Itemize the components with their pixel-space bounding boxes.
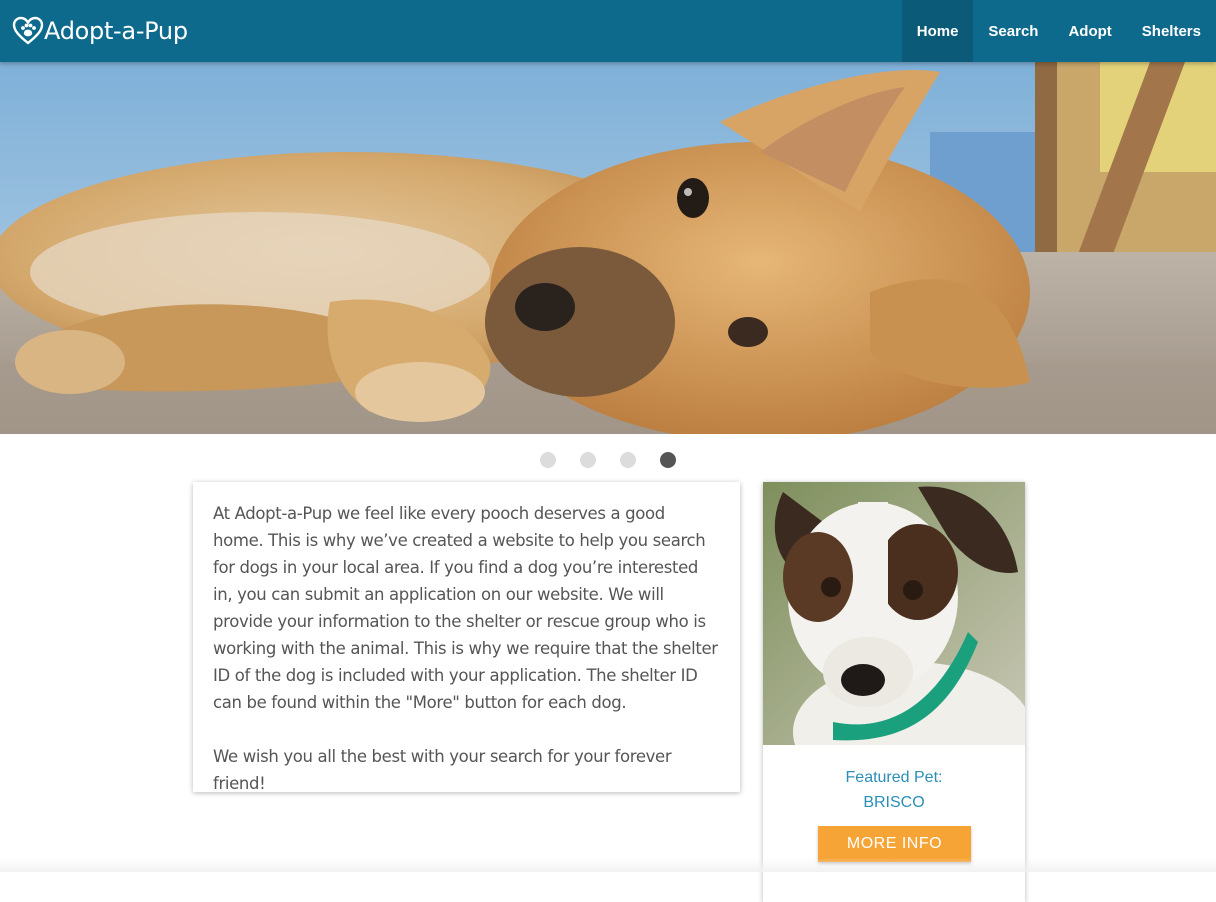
- carousel-dot-3[interactable]: [620, 452, 636, 468]
- nav-shelters[interactable]: Shelters: [1127, 0, 1216, 62]
- brand-name: Adopt-a-Pup: [44, 17, 188, 45]
- featured-pet-name: BRISCO: [863, 794, 925, 811]
- nav-search[interactable]: Search: [973, 0, 1053, 62]
- carousel-indicators: [540, 452, 700, 468]
- featured-pet-photo: [763, 482, 1025, 745]
- intro-paragraph-2: We wish you all the best with your searc…: [213, 747, 672, 793]
- carousel-dot-1[interactable]: [540, 452, 556, 468]
- intro-card: At Adopt-a-Pup we feel like every pooch …: [193, 482, 740, 793]
- navbar: Adopt-a-Pup Home Search Adopt Shelters: [0, 0, 1216, 62]
- footer-shadow: [0, 858, 1216, 872]
- featured-pet-card: Featured Pet: BRISCO MORE INFO: [763, 482, 1025, 902]
- featured-pet-label: Featured Pet:: [845, 769, 943, 786]
- brand-logo-link[interactable]: Adopt-a-Pup: [12, 14, 188, 48]
- more-info-button[interactable]: MORE INFO: [818, 826, 971, 862]
- main-nav: Home Search Adopt Shelters: [901, 0, 1216, 62]
- nav-adopt[interactable]: Adopt: [1053, 0, 1126, 62]
- intro-paragraph-1: At Adopt-a-Pup we feel like every pooch …: [213, 504, 718, 712]
- carousel-dot-2[interactable]: [580, 452, 596, 468]
- carousel-dot-4-active[interactable]: [660, 452, 676, 468]
- nav-home[interactable]: Home: [901, 0, 974, 62]
- hero-carousel-image: [0, 62, 1216, 434]
- heart-paw-icon: [12, 15, 44, 47]
